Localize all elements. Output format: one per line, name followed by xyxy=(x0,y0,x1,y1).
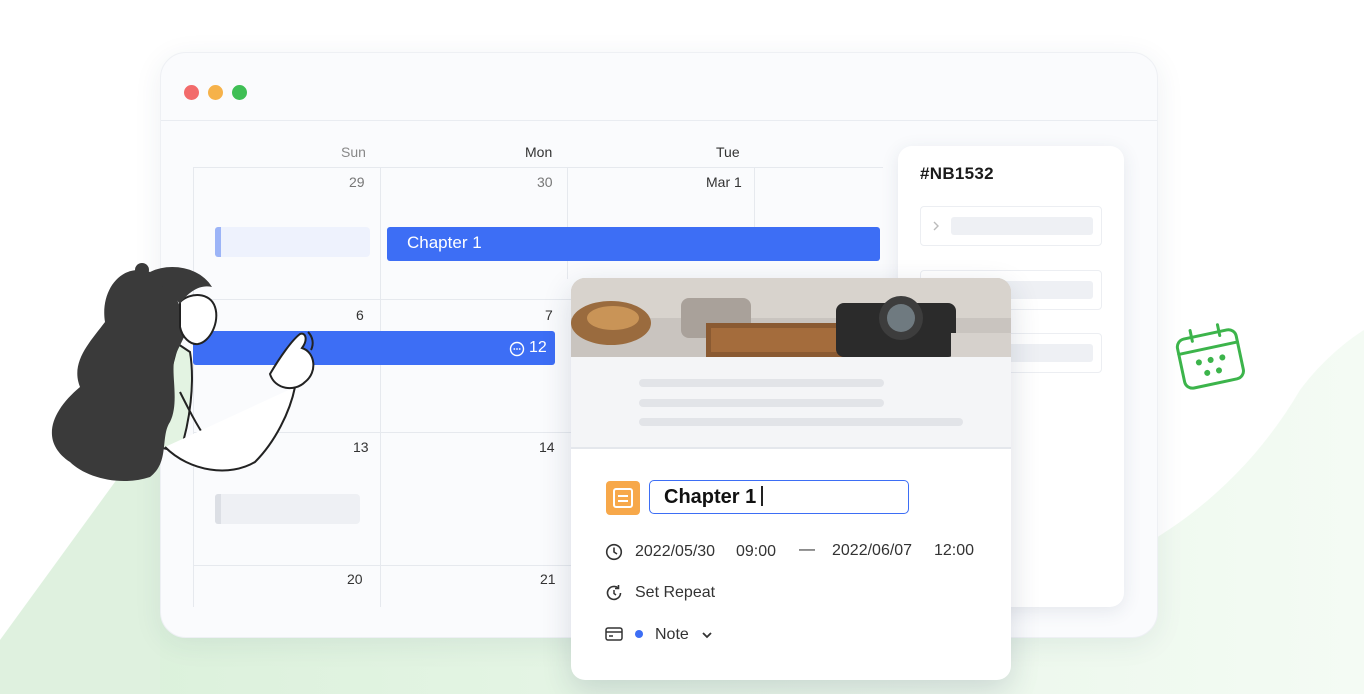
start-date[interactable]: 2022/05/30 xyxy=(635,543,715,561)
event-detail-card: Chapter 1 2022/05/30 09:00 — 2022/06/07 … xyxy=(571,278,1011,680)
preview-line xyxy=(639,379,884,387)
document-icon xyxy=(606,481,640,515)
weekday-mon: Mon xyxy=(525,144,553,160)
event-chapter-bar[interactable]: Chapter 1 xyxy=(387,227,880,261)
chevron-down-icon[interactable] xyxy=(701,630,713,640)
card-icon xyxy=(605,627,623,641)
cover-image xyxy=(571,278,1011,357)
grid-line xyxy=(567,167,568,279)
comment-count: 12 xyxy=(529,339,547,356)
grid-line xyxy=(193,167,883,168)
minimize-window-button[interactable] xyxy=(208,85,223,100)
set-repeat-button[interactable]: Set Repeat xyxy=(635,584,715,602)
date-cell[interactable]: 13 xyxy=(353,439,369,455)
panel-title: #NB1532 xyxy=(920,164,994,183)
date-cell[interactable]: Mar 1 xyxy=(706,174,742,190)
calendar-icon xyxy=(1175,323,1245,390)
title-bar xyxy=(161,53,1157,121)
end-time[interactable]: 12:00 xyxy=(934,542,974,560)
grid-line xyxy=(380,167,381,607)
category-select[interactable]: Note xyxy=(655,626,689,644)
date-cell[interactable]: 21 xyxy=(540,571,556,587)
weekday-sun: Sun xyxy=(341,144,366,160)
date-cell[interactable]: 14 xyxy=(539,439,555,455)
category-color-dot xyxy=(635,630,643,638)
event-placeholder[interactable] xyxy=(215,494,360,524)
person-illustration xyxy=(51,263,315,482)
comment-icon xyxy=(509,341,525,357)
panel-row[interactable] xyxy=(920,206,1102,246)
start-time[interactable]: 09:00 xyxy=(736,543,776,561)
date-cell[interactable]: 6 xyxy=(356,307,364,323)
chevron-right-icon xyxy=(933,221,939,231)
close-window-button[interactable] xyxy=(184,85,199,100)
preview-line xyxy=(639,399,884,407)
date-cell[interactable]: 20 xyxy=(347,571,363,587)
date-cell[interactable]: 30 xyxy=(537,174,553,190)
grid-line xyxy=(754,167,755,227)
date-cell[interactable]: 29 xyxy=(349,174,365,190)
event-title-value: Chapter 1 xyxy=(664,486,757,508)
maximize-window-button[interactable] xyxy=(232,85,247,100)
event-title-input[interactable]: Chapter 1 xyxy=(649,480,909,514)
preview-line xyxy=(639,418,963,426)
repeat-icon xyxy=(606,585,622,601)
range-separator: — xyxy=(799,541,815,558)
date-cell[interactable]: 7 xyxy=(545,307,553,323)
clock-icon xyxy=(605,543,623,561)
end-date[interactable]: 2022/06/07 xyxy=(832,542,912,560)
grid-line xyxy=(193,565,571,566)
event-accent xyxy=(215,227,221,257)
note-preview xyxy=(571,357,1011,449)
stage: Sun Mon Tue 29 30 Mar 1 6 7 13 14 20 21 … xyxy=(0,0,1364,694)
weekday-tue: Tue xyxy=(716,144,740,160)
event-placeholder[interactable] xyxy=(215,227,370,257)
event-accent xyxy=(215,494,221,524)
text-caret xyxy=(761,486,763,506)
panel-row-placeholder xyxy=(951,217,1093,235)
